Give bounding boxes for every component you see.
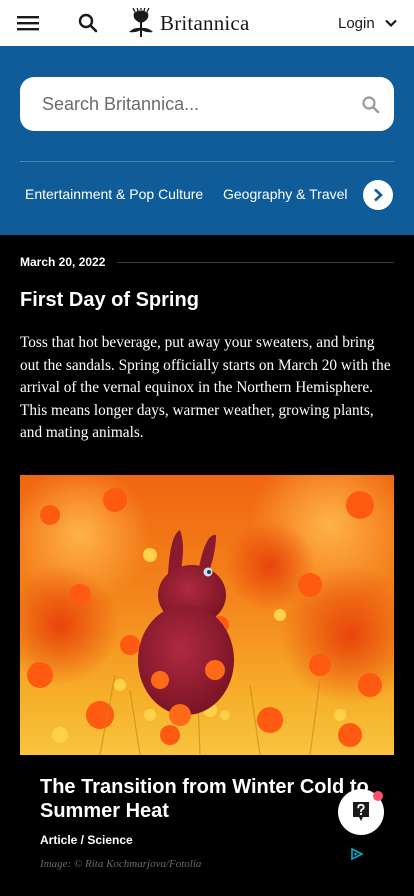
search-icon <box>78 13 98 33</box>
search-input[interactable] <box>42 77 342 131</box>
category-link-entertainment[interactable]: Entertainment & Pop Culture <box>25 186 203 202</box>
notification-dot <box>373 791 383 801</box>
category-link-geography[interactable]: Geography & Travel <box>223 186 348 202</box>
thistle-logo-icon <box>129 8 153 37</box>
chevron-right-icon <box>374 188 383 202</box>
rabbit-in-flowers-image <box>20 475 394 755</box>
chevron-down-icon <box>384 19 397 28</box>
page-title: First Day of Spring <box>20 289 199 311</box>
menu-button[interactable] <box>14 11 42 35</box>
hamburger-menu-icon <box>17 16 39 31</box>
card-title[interactable]: The Transition from Winter Cold to Summe… <box>40 775 380 823</box>
question-mark-icon <box>353 802 369 821</box>
ad-choices-button[interactable] <box>350 847 364 861</box>
category-next-button[interactable] <box>363 180 393 210</box>
article-date: March 20, 2022 <box>20 255 106 269</box>
date-row: March 20, 2022 <box>20 255 394 269</box>
britannica-logo[interactable]: Britannica <box>126 7 249 39</box>
image-credit: Image: © Rita Kochmarjova/Fotolia <box>40 858 202 870</box>
ad-choices-icon <box>351 847 364 861</box>
card-image[interactable] <box>20 475 394 755</box>
login-label: Login <box>338 14 375 32</box>
header-search-button[interactable] <box>76 11 100 35</box>
login-menu[interactable]: Login <box>338 12 398 34</box>
article-intro: Toss that hot beverage, put away your sw… <box>20 334 391 441</box>
search-icon <box>362 96 380 114</box>
top-bar: Britannica Login <box>0 0 414 46</box>
search-box <box>20 77 394 131</box>
search-submit-button[interactable] <box>360 94 382 116</box>
card-category: Article / Science <box>40 833 133 847</box>
featured-article-card[interactable]: The Transition from Winter Cold to Summe… <box>20 475 394 896</box>
date-divider <box>117 261 394 263</box>
logo-wordmark: Britannica <box>160 10 250 35</box>
hero-panel: Entertainment & Pop Culture Geography & … <box>0 46 414 235</box>
category-nav: Entertainment & Pop Culture Geography & … <box>0 162 414 235</box>
